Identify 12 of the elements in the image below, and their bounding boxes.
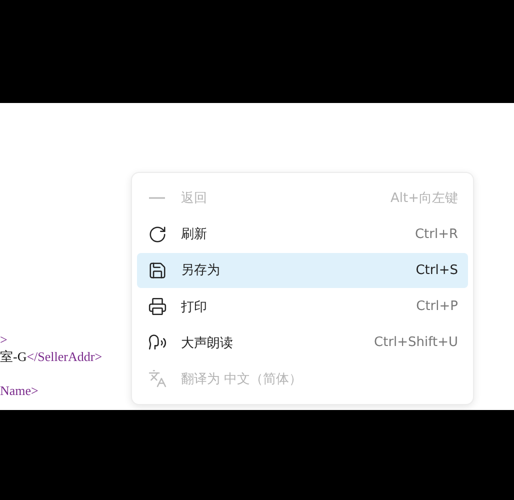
code-line: Name> [0,382,38,399]
printer-icon [148,297,166,316]
refresh-icon [148,224,166,244]
code-line: 室-G</SellerAddr> [0,348,102,365]
menu-item[interactable]: 另存为 Ctrl+S [137,253,468,288]
read-aloud-icon [148,333,166,352]
menu-item[interactable]: 打印 Ctrl+P [137,290,468,324]
translate-icon [148,369,166,388]
menu-item[interactable]: 刷新 Ctrl+R [137,217,468,252]
save-icon [148,260,166,280]
menu-item[interactable]: 大声朗读 Ctrl+Shift+U [137,326,468,360]
code-line: > [0,331,8,348]
